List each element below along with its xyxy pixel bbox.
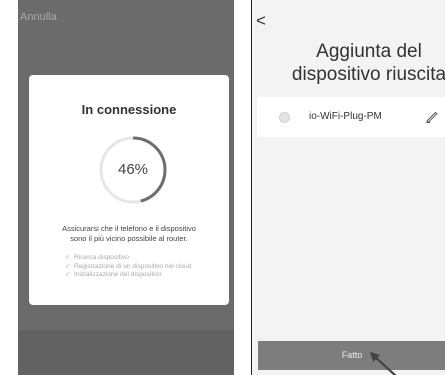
check-icon: ✓ xyxy=(65,254,71,261)
page-title-line: dispositivo riuscita xyxy=(291,64,445,85)
cancel-link[interactable]: Annulla xyxy=(20,11,57,23)
chevron-left-icon[interactable]: < xyxy=(256,12,266,29)
check-icon: ✓ xyxy=(65,271,71,278)
step-item: ✓ Inizializzazione del dispositivo xyxy=(65,271,191,280)
done-button[interactable]: Fatto xyxy=(258,341,445,370)
connection-screen: Annulla In connessione 46% Assicurarsi c… xyxy=(18,0,234,375)
step-label: Ricerca dispositivo xyxy=(74,254,129,261)
progress-percentage: 46% xyxy=(117,161,149,178)
step-label: Registrazione di un dispositivo nel clou… xyxy=(74,262,192,270)
hint-line: Assicurarsi che il telefono e il disposi… xyxy=(62,224,196,233)
step-item: ✓ Ricerca dispositivo xyxy=(65,254,191,263)
device-name: io-WiFi-Plug-PM xyxy=(309,111,382,122)
step-item: ✓ Registrazione di un dispositivo nel clo… xyxy=(65,263,191,272)
page-title-line: Aggiunta del xyxy=(316,41,422,62)
bottom-overlay xyxy=(18,330,234,375)
device-row[interactable]: io-WiFi-Plug-PM xyxy=(257,97,445,137)
connection-dialog: In connessione 46% Assicurarsi che il te… xyxy=(29,75,229,305)
pencil-icon[interactable] xyxy=(424,108,440,124)
connection-hint: Assicurarsi che il telefono e il disposi… xyxy=(35,224,223,243)
success-screen: < Aggiunta del dispositivo riuscita io-W… xyxy=(251,0,445,375)
pencil-icon-body xyxy=(426,111,438,124)
step-label: Inizializzazione del dispositivo xyxy=(74,271,162,278)
screenshot-stage: Annulla In connessione 46% Assicurarsi c… xyxy=(0,0,445,375)
hint-line: sono il più vicino possibile al router. xyxy=(70,233,188,243)
check-icon: ✓ xyxy=(65,262,71,270)
page-title: Aggiunta del dispositivo riuscita xyxy=(264,40,445,86)
dialog-title: In connessione xyxy=(81,102,177,117)
connection-steps: ✓ Ricerca dispositivo ✓ Registrazione di u… xyxy=(65,254,191,280)
device-avatar-icon xyxy=(279,112,290,123)
